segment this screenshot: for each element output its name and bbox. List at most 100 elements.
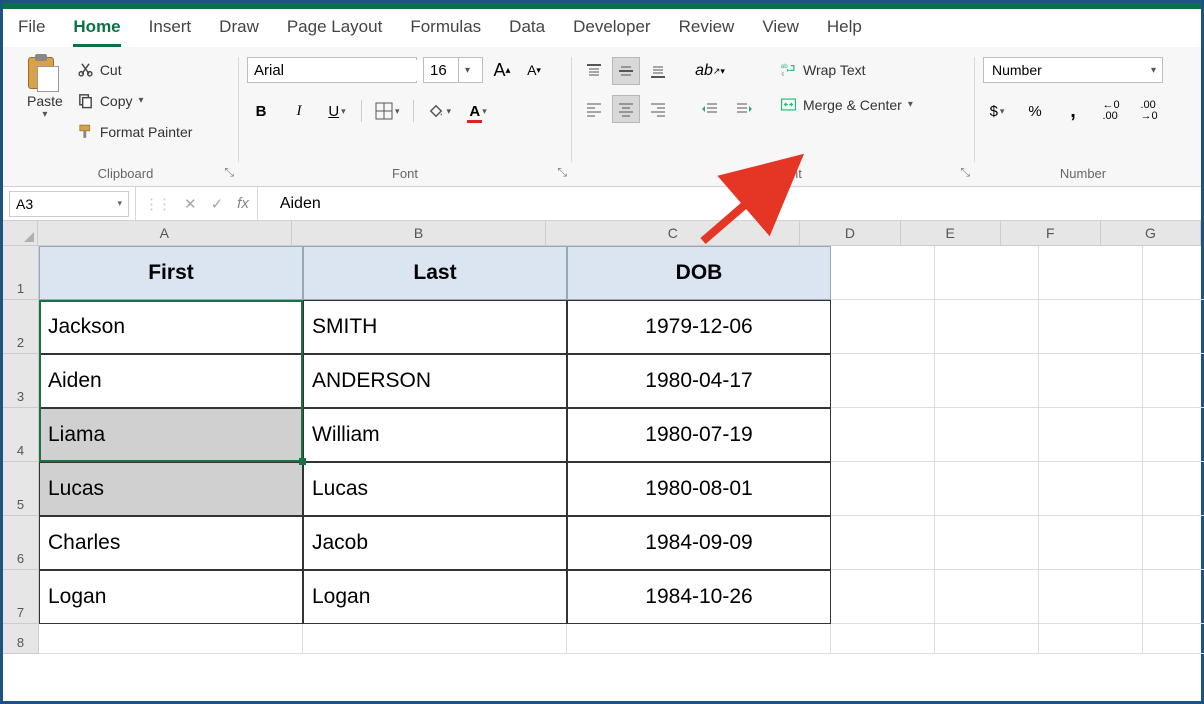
format-painter-button[interactable]: Format Painter (73, 121, 197, 142)
select-all-corner[interactable] (3, 221, 38, 245)
cell-A3[interactable]: Aiden (39, 354, 303, 408)
cell-F4[interactable] (1039, 408, 1143, 462)
cell-G4[interactable] (1143, 408, 1204, 462)
copy-button[interactable]: Copy ▾ (73, 90, 197, 111)
tab-insert[interactable]: Insert (149, 17, 192, 47)
decrease-decimal-button[interactable]: .00→0 (1135, 97, 1163, 125)
percent-button[interactable]: % (1021, 97, 1049, 125)
column-header-A[interactable]: A (38, 221, 292, 245)
align-right-button[interactable] (644, 95, 672, 123)
increase-indent-button[interactable] (730, 95, 758, 123)
cell-F7[interactable] (1039, 570, 1143, 624)
row-header-4[interactable]: 4 (3, 408, 39, 462)
cell-G1[interactable] (1143, 246, 1204, 300)
cell-D3[interactable] (831, 354, 935, 408)
dialog-launcher-icon[interactable]: ⤡ (960, 165, 970, 180)
cell-F5[interactable] (1039, 462, 1143, 516)
column-header-F[interactable]: F (1001, 221, 1101, 245)
cell-F2[interactable] (1039, 300, 1143, 354)
increase-font-button[interactable]: A▴ (489, 57, 515, 83)
tab-help[interactable]: Help (827, 17, 862, 47)
row-header-8[interactable]: 8 (3, 624, 39, 654)
orientation-button[interactable]: ab↗▾ (696, 57, 724, 85)
font-name-combo[interactable]: ▾ (247, 57, 417, 83)
cell-G8[interactable] (1143, 624, 1204, 654)
cell-B5[interactable]: Lucas (303, 462, 567, 516)
row-header-2[interactable]: 2 (3, 300, 39, 354)
cell-E5[interactable] (935, 462, 1039, 516)
name-box-input[interactable] (10, 196, 90, 212)
font-size-combo[interactable]: ▾ (423, 57, 483, 83)
fill-color-button[interactable]: ▾ (424, 97, 455, 125)
cell-E3[interactable] (935, 354, 1039, 408)
cell-E2[interactable] (935, 300, 1039, 354)
cell-F8[interactable] (1039, 624, 1143, 654)
cell-B8[interactable] (303, 624, 567, 654)
comma-button[interactable]: , (1059, 97, 1087, 125)
cell-G2[interactable] (1143, 300, 1204, 354)
cell-E1[interactable] (935, 246, 1039, 300)
decrease-font-button[interactable]: A▾ (521, 57, 547, 83)
tab-data[interactable]: Data (509, 17, 545, 47)
column-header-B[interactable]: B (292, 221, 546, 245)
merge-center-button[interactable]: Merge & Center ▾ (776, 94, 917, 115)
wrap-text-button[interactable]: abc Wrap Text (776, 59, 917, 80)
column-header-C[interactable]: C (546, 221, 800, 245)
cell-E6[interactable] (935, 516, 1039, 570)
cell-G7[interactable] (1143, 570, 1204, 624)
cell-G3[interactable] (1143, 354, 1204, 408)
tab-view[interactable]: View (762, 17, 799, 47)
tab-home[interactable]: Home (73, 17, 120, 47)
currency-button[interactable]: $▾ (983, 97, 1011, 125)
column-header-D[interactable]: D (800, 221, 900, 245)
cell-A4[interactable]: Liama (39, 408, 303, 462)
font-color-button[interactable]: A ▾ (464, 97, 492, 125)
cell-A7[interactable]: Logan (39, 570, 303, 624)
cell-B4[interactable]: William (303, 408, 567, 462)
cell-B6[interactable]: Jacob (303, 516, 567, 570)
fx-icon[interactable]: fx (237, 195, 249, 212)
cell-C7[interactable]: 1984-10-26 (567, 570, 831, 624)
cell-D7[interactable] (831, 570, 935, 624)
cell-A5[interactable]: Lucas (39, 462, 303, 516)
chevron-down-icon[interactable]: ▾ (908, 99, 913, 110)
cell-F1[interactable] (1039, 246, 1143, 300)
cell-C5[interactable]: 1980-08-01 (567, 462, 831, 516)
cell-C4[interactable]: 1980-07-19 (567, 408, 831, 462)
tab-page-layout[interactable]: Page Layout (287, 17, 382, 47)
chevron-down-icon[interactable]: ▾ (458, 58, 476, 82)
cell-A2[interactable]: Jackson (39, 300, 303, 354)
align-top-button[interactable] (580, 57, 608, 85)
cell-G6[interactable] (1143, 516, 1204, 570)
cell-C3[interactable]: 1980-04-17 (567, 354, 831, 408)
cell-G5[interactable] (1143, 462, 1204, 516)
cell-E8[interactable] (935, 624, 1039, 654)
cell-B2[interactable]: SMITH (303, 300, 567, 354)
cancel-icon[interactable]: ✕ (184, 195, 197, 213)
borders-button[interactable]: ▾ (372, 97, 403, 125)
cell-A6[interactable]: Charles (39, 516, 303, 570)
decrease-indent-button[interactable] (696, 95, 724, 123)
cell-D1[interactable] (831, 246, 935, 300)
cell-A1[interactable]: First (39, 246, 303, 300)
cell-D2[interactable] (831, 300, 935, 354)
cell-C1[interactable]: DOB (567, 246, 831, 300)
tab-draw[interactable]: Draw (219, 17, 259, 47)
font-size-input[interactable] (424, 60, 458, 81)
dialog-launcher-icon[interactable]: ⤡ (224, 165, 234, 180)
align-left-button[interactable] (580, 95, 608, 123)
dialog-launcher-icon[interactable]: ⤡ (557, 165, 567, 180)
row-header-3[interactable]: 3 (3, 354, 39, 408)
cell-C8[interactable] (567, 624, 831, 654)
cell-D4[interactable] (831, 408, 935, 462)
italic-button[interactable]: I (285, 97, 313, 125)
cell-C6[interactable]: 1984-09-09 (567, 516, 831, 570)
chevron-down-icon[interactable]: ▾ (117, 198, 128, 209)
cell-B3[interactable]: ANDERSON (303, 354, 567, 408)
row-header-6[interactable]: 6 (3, 516, 39, 570)
cell-B7[interactable]: Logan (303, 570, 567, 624)
column-header-E[interactable]: E (901, 221, 1001, 245)
worksheet-grid[interactable]: 12345678 FirstLastDOBJacksonSMITH1979-12… (3, 246, 1201, 654)
align-middle-button[interactable] (612, 57, 640, 85)
fill-handle[interactable] (299, 458, 306, 465)
